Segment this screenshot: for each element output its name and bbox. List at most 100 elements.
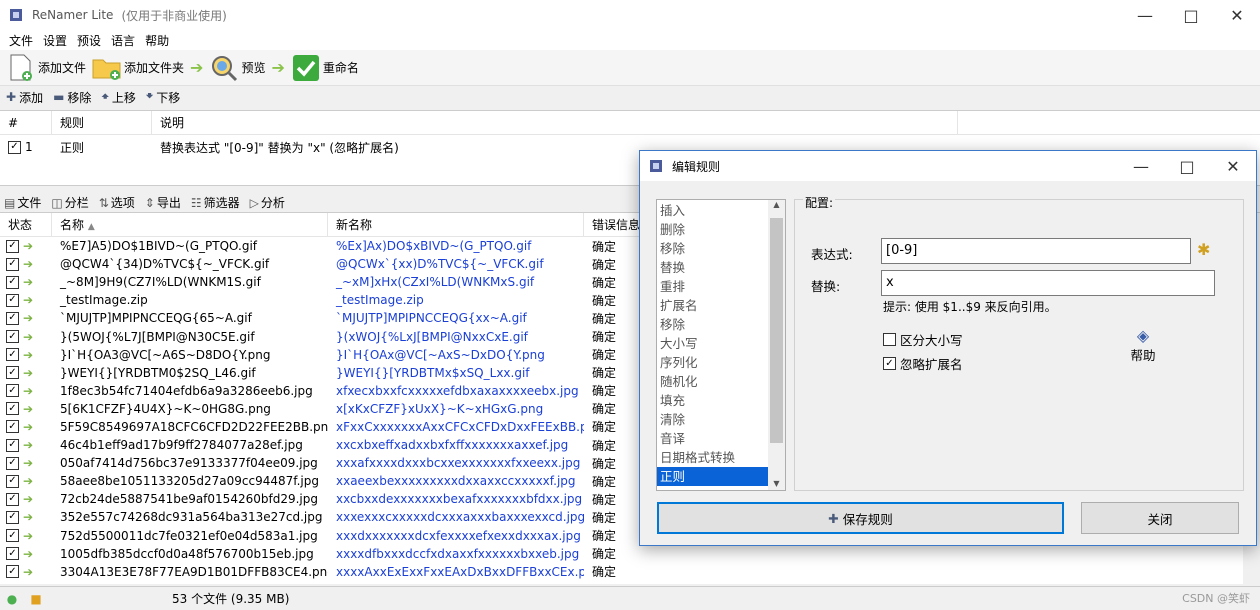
analyze-menu[interactable]: ▷ 分析 bbox=[250, 194, 285, 211]
arrow-right-icon: ➔ bbox=[271, 58, 285, 77]
add-files-button[interactable]: 添加文件 bbox=[6, 53, 86, 83]
file-error: 确定 bbox=[592, 366, 617, 381]
rule-type-item[interactable]: 填充 bbox=[657, 391, 785, 410]
files-menu-label: 文件 bbox=[17, 195, 42, 210]
expr-input[interactable]: [0-9] bbox=[881, 238, 1191, 264]
rule-type-item[interactable]: 扩展名 bbox=[657, 296, 785, 315]
scroll-thumb[interactable] bbox=[770, 218, 783, 443]
file-checkbox[interactable]: ✓ bbox=[6, 348, 19, 362]
dialog-title: 编辑规则 bbox=[672, 159, 721, 174]
menu-help[interactable]: 帮助 bbox=[140, 32, 174, 49]
menu-file[interactable]: 文件 bbox=[4, 32, 38, 49]
file-name: 3304A13E3E78F77EA9D1B01DFFB83CE4.png bbox=[60, 564, 328, 579]
col-rule[interactable]: 规则 bbox=[52, 110, 152, 135]
options-menu[interactable]: ⇅ 选项 bbox=[99, 194, 135, 211]
case-sensitive-checkbox[interactable] bbox=[883, 333, 896, 346]
file-checkbox[interactable]: ✓ bbox=[6, 330, 19, 344]
file-checkbox[interactable]: ✓ bbox=[6, 311, 19, 325]
file-checkbox[interactable]: ✓ bbox=[6, 293, 19, 307]
hint-text: 提示: 使用 $1..$9 来反向引用。 bbox=[883, 300, 1057, 314]
menu-language[interactable]: 语言 bbox=[106, 32, 140, 49]
filter-menu[interactable]: ☷ 筛选器 bbox=[191, 194, 240, 211]
dialog-close-button[interactable]: ✕ bbox=[1210, 151, 1256, 181]
move-down-button[interactable]: 🠻 下移 bbox=[146, 87, 180, 108]
col-name[interactable]: 名称 ▲ bbox=[52, 213, 328, 237]
columns-menu[interactable]: ◫ 分栏 bbox=[51, 194, 88, 211]
ignore-ext-option[interactable]: ✓ 忽略扩展名 bbox=[883, 354, 963, 373]
add-rule-button[interactable]: ✚ 添加 bbox=[6, 89, 43, 106]
rule-type-item[interactable]: 替换 bbox=[657, 258, 785, 277]
rule-type-item[interactable]: 正则 bbox=[657, 467, 785, 486]
rule-type-item[interactable]: 大小写 bbox=[657, 334, 785, 353]
rule-type-item[interactable]: 音译 bbox=[657, 429, 785, 448]
rule-type-item[interactable]: 移除 bbox=[657, 315, 785, 334]
rule-type-item[interactable]: 插入 bbox=[657, 201, 785, 220]
file-checkbox[interactable]: ✓ bbox=[6, 384, 19, 398]
file-checkbox[interactable]: ✓ bbox=[6, 402, 19, 416]
rule-type-list[interactable]: 插入 删除 移除 替换 重排 扩展名 移除 大小写 序列化 随机化 填充 清除 音译 日期格式转换 正则 ▲… bbox=[656, 199, 786, 491]
file-checkbox[interactable]: ✓ bbox=[6, 239, 19, 253]
maximize-button[interactable]: □ bbox=[1168, 0, 1214, 30]
rule-type-item[interactable]: 清除 bbox=[657, 410, 785, 429]
close-button[interactable]: ✕ bbox=[1214, 0, 1260, 30]
rule-enabled-checkbox[interactable]: ✓ bbox=[8, 140, 21, 154]
folder-status-icon[interactable]: ■ bbox=[24, 592, 48, 606]
rule-type-item[interactable]: 日期格式转换 bbox=[657, 448, 785, 467]
col-desc[interactable]: 说明 bbox=[152, 110, 958, 135]
case-sensitive-option[interactable]: 区分大小写 bbox=[883, 330, 963, 349]
col-status[interactable]: 状态 bbox=[0, 213, 52, 237]
preview-button[interactable]: 预览 bbox=[209, 53, 265, 83]
file-row[interactable]: ✓ ➔ 3304A13E3E78F77EA9D1B01DFFB83CE4.png xx… bbox=[0, 563, 1260, 581]
minimize-button[interactable]: — bbox=[1122, 0, 1168, 30]
file-checkbox[interactable]: ✓ bbox=[6, 275, 19, 289]
ignore-ext-checkbox[interactable]: ✓ bbox=[883, 357, 896, 370]
file-checkbox[interactable]: ✓ bbox=[6, 474, 19, 488]
move-down-label: 下移 bbox=[156, 90, 181, 105]
file-checkbox[interactable]: ✓ bbox=[6, 438, 19, 452]
file-checkbox[interactable]: ✓ bbox=[6, 510, 19, 524]
add-expression-icon[interactable]: ✱ bbox=[1197, 240, 1210, 259]
col-num[interactable]: # bbox=[0, 110, 52, 135]
file-checkbox[interactable]: ✓ bbox=[6, 547, 19, 561]
remove-rule-button[interactable]: ▬ 移除 bbox=[53, 89, 91, 106]
menu-settings[interactable]: 设置 bbox=[38, 32, 72, 49]
file-checkbox[interactable]: ✓ bbox=[6, 456, 19, 470]
file-checkbox[interactable]: ✓ bbox=[6, 366, 19, 380]
scroll-down-icon[interactable]: ▼ bbox=[768, 479, 785, 488]
file-new-name: }WEYI{}[YRDBTMx$xSQ_Lxx.gif bbox=[336, 365, 530, 380]
rule-type-item[interactable]: 序列化 bbox=[657, 353, 785, 372]
file-checkbox[interactable]: ✓ bbox=[6, 257, 19, 271]
rename-button[interactable]: 重命名 bbox=[291, 53, 359, 83]
rule-type-item[interactable]: 重排 bbox=[657, 277, 785, 296]
rule-type-item[interactable]: 随机化 bbox=[657, 372, 785, 391]
rules-table-header: # 规则 说明 bbox=[0, 110, 1260, 135]
preview-label: 预览 bbox=[241, 61, 266, 75]
col-new-name[interactable]: 新名称 bbox=[328, 213, 584, 237]
files-menu[interactable]: ▤ 文件 bbox=[4, 194, 41, 211]
close-dialog-button[interactable]: 关闭 bbox=[1081, 502, 1239, 534]
file-name: 352e557c74268dc931a564ba313e27cd.jpg bbox=[60, 510, 323, 525]
file-checkbox[interactable]: ✓ bbox=[6, 492, 19, 506]
file-checkbox[interactable]: ✓ bbox=[6, 565, 19, 579]
rules-toolbar: ✚ 添加 ▬ 移除 🠹 上移 🠻 下移 bbox=[0, 86, 1260, 108]
dialog-maximize-button[interactable]: □ bbox=[1164, 151, 1210, 181]
rule-type-item[interactable]: 删除 bbox=[657, 220, 785, 239]
file-checkbox[interactable]: ✓ bbox=[6, 420, 19, 434]
rule-type-item[interactable]: 移除 bbox=[657, 239, 785, 258]
scroll-up-icon[interactable]: ▲ bbox=[768, 200, 785, 209]
add-folder-button[interactable]: 添加文件夹 bbox=[92, 53, 184, 83]
file-checkbox[interactable]: ✓ bbox=[6, 529, 19, 543]
file-new-name: xxxafxxxxdxxxbcxxexxxxxxxfxxeexx.jpg bbox=[336, 456, 581, 471]
add-file-status-icon[interactable]: ● bbox=[0, 592, 24, 606]
save-rule-button[interactable]: ✚ 保存规则 bbox=[657, 502, 1064, 534]
menu-presets[interactable]: 预设 bbox=[72, 32, 106, 49]
export-menu[interactable]: ⇕ 导出 bbox=[145, 194, 181, 211]
replace-input[interactable]: x bbox=[881, 270, 1215, 296]
help-button[interactable]: ◈ 帮助 bbox=[1123, 326, 1163, 364]
move-up-button[interactable]: 🠹 上移 bbox=[101, 87, 135, 108]
col-error[interactable]: 错误信息 bbox=[584, 213, 644, 237]
dialog-minimize-button[interactable]: — bbox=[1118, 151, 1164, 181]
file-row[interactable]: ✓ ➔ 1005dfb385dccf0d0a48f576700b15eb.jpg xx… bbox=[0, 545, 1260, 563]
arrow-right-icon: ➔ bbox=[23, 257, 34, 272]
rule-list-scrollbar[interactable]: ▲ ▼ bbox=[768, 200, 785, 490]
